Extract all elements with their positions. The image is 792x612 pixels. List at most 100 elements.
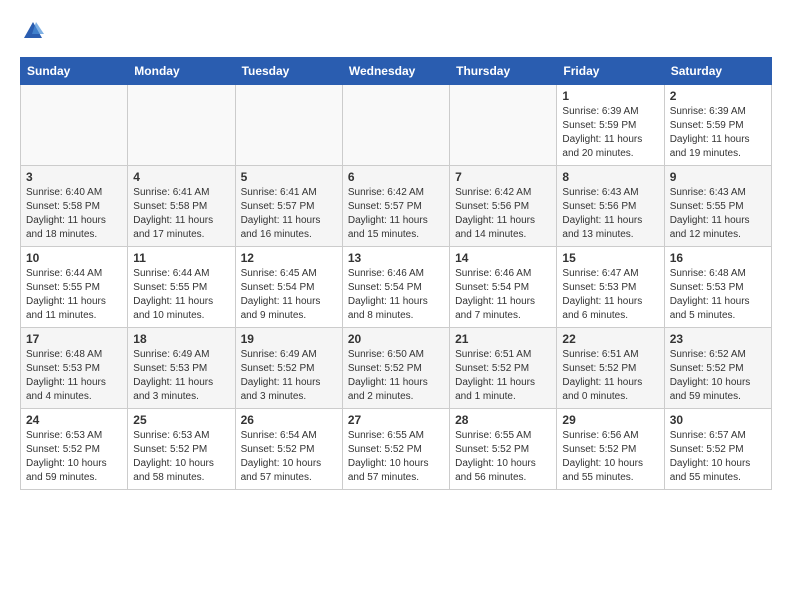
weekday-header-cell: Saturday (664, 57, 771, 84)
day-number: 18 (133, 332, 229, 346)
day-number: 5 (241, 170, 337, 184)
calendar-cell: 22 Sunrise: 6:51 AMSunset: 5:52 PMDayligh… (557, 327, 664, 408)
weekday-header-row: SundayMondayTuesdayWednesdayThursdayFrid… (21, 57, 772, 84)
weekday-header-cell: Thursday (450, 57, 557, 84)
calendar-cell: 20 Sunrise: 6:50 AMSunset: 5:52 PMDayligh… (342, 327, 449, 408)
day-info: Sunrise: 6:55 AMSunset: 5:52 PMDaylight:… (455, 429, 551, 485)
calendar-cell (128, 84, 235, 165)
weekday-header-cell: Sunday (21, 57, 128, 84)
day-info: Sunrise: 6:50 AMSunset: 5:52 PMDaylight:… (348, 348, 444, 404)
calendar-week-row: 3 Sunrise: 6:40 AMSunset: 5:58 PMDaylight… (21, 165, 772, 246)
calendar-cell: 27 Sunrise: 6:55 AMSunset: 5:52 PMDayligh… (342, 408, 449, 489)
logo-icon (22, 20, 44, 42)
logo (20, 20, 44, 47)
calendar-cell: 7 Sunrise: 6:42 AMSunset: 5:56 PMDaylight… (450, 165, 557, 246)
day-info: Sunrise: 6:43 AMSunset: 5:55 PMDaylight:… (670, 186, 766, 242)
calendar-week-row: 10 Sunrise: 6:44 AMSunset: 5:55 PMDayligh… (21, 246, 772, 327)
day-number: 16 (670, 251, 766, 265)
day-number: 29 (562, 413, 658, 427)
day-number: 17 (26, 332, 122, 346)
calendar-cell: 13 Sunrise: 6:46 AMSunset: 5:54 PMDayligh… (342, 246, 449, 327)
day-number: 12 (241, 251, 337, 265)
calendar-cell (450, 84, 557, 165)
day-number: 27 (348, 413, 444, 427)
calendar-cell: 19 Sunrise: 6:49 AMSunset: 5:52 PMDayligh… (235, 327, 342, 408)
calendar-cell: 11Sunrise: 6:44 AMSunset: 5:55 PMDayligh… (128, 246, 235, 327)
day-info: Sunrise: 6:55 AMSunset: 5:52 PMDaylight:… (348, 429, 444, 485)
day-number: 26 (241, 413, 337, 427)
day-number: 7 (455, 170, 551, 184)
day-info: Sunrise: 6:41 AMSunset: 5:57 PMDaylight:… (241, 186, 337, 242)
day-number: 14 (455, 251, 551, 265)
calendar-cell: 3 Sunrise: 6:40 AMSunset: 5:58 PMDaylight… (21, 165, 128, 246)
day-info: Sunrise: 6:53 AMSunset: 5:52 PMDaylight:… (26, 429, 122, 485)
day-info: Sunrise: 6:46 AMSunset: 5:54 PMDaylight:… (348, 267, 444, 323)
weekday-header-cell: Friday (557, 57, 664, 84)
day-info: Sunrise: 6:51 AMSunset: 5:52 PMDaylight:… (562, 348, 658, 404)
day-info: Sunrise: 6:49 AMSunset: 5:52 PMDaylight:… (241, 348, 337, 404)
calendar-cell: 26 Sunrise: 6:54 AMSunset: 5:52 PMDayligh… (235, 408, 342, 489)
day-info: Sunrise: 6:39 AMSunset: 5:59 PMDaylight:… (670, 105, 766, 161)
day-number: 30 (670, 413, 766, 427)
day-info: Sunrise: 6:47 AMSunset: 5:53 PMDaylight:… (562, 267, 658, 323)
calendar-cell: 6Sunrise: 6:42 AMSunset: 5:57 PMDaylight… (342, 165, 449, 246)
day-number: 23 (670, 332, 766, 346)
calendar-cell: 18 Sunrise: 6:49 AMSunset: 5:53 PMDayligh… (128, 327, 235, 408)
calendar-cell: 15 Sunrise: 6:47 AMSunset: 5:53 PMDayligh… (557, 246, 664, 327)
day-number: 28 (455, 413, 551, 427)
day-info: Sunrise: 6:53 AMSunset: 5:52 PMDaylight:… (133, 429, 229, 485)
day-number: 2 (670, 89, 766, 103)
day-number: 10 (26, 251, 122, 265)
day-info: Sunrise: 6:42 AMSunset: 5:57 PMDaylight:… (348, 186, 444, 242)
day-info: Sunrise: 6:40 AMSunset: 5:58 PMDaylight:… (26, 186, 122, 242)
day-info: Sunrise: 6:52 AMSunset: 5:52 PMDaylight:… (670, 348, 766, 404)
calendar-week-row: 17Sunrise: 6:48 AMSunset: 5:53 PMDayligh… (21, 327, 772, 408)
calendar-cell: 23 Sunrise: 6:52 AMSunset: 5:52 PMDayligh… (664, 327, 771, 408)
calendar-cell (342, 84, 449, 165)
day-info: Sunrise: 6:41 AMSunset: 5:58 PMDaylight:… (133, 186, 229, 242)
calendar-page: SundayMondayTuesdayWednesdayThursdayFrid… (0, 0, 792, 506)
calendar-cell: 12 Sunrise: 6:45 AMSunset: 5:54 PMDayligh… (235, 246, 342, 327)
calendar-cell: 1Sunrise: 6:39 AMSunset: 5:59 PMDaylight… (557, 84, 664, 165)
day-number: 1 (562, 89, 658, 103)
day-number: 8 (562, 170, 658, 184)
day-number: 22 (562, 332, 658, 346)
calendar-cell: 28 Sunrise: 6:55 AMSunset: 5:52 PMDayligh… (450, 408, 557, 489)
day-number: 19 (241, 332, 337, 346)
day-info: Sunrise: 6:54 AMSunset: 5:52 PMDaylight:… (241, 429, 337, 485)
weekday-header-cell: Wednesday (342, 57, 449, 84)
day-number: 24 (26, 413, 122, 427)
day-number: 21 (455, 332, 551, 346)
calendar-cell: 14 Sunrise: 6:46 AMSunset: 5:54 PMDayligh… (450, 246, 557, 327)
calendar-cell: 21 Sunrise: 6:51 AMSunset: 5:52 PMDayligh… (450, 327, 557, 408)
calendar-cell (21, 84, 128, 165)
day-number: 13 (348, 251, 444, 265)
calendar-cell: 24 Sunrise: 6:53 AMSunset: 5:52 PMDayligh… (21, 408, 128, 489)
weekday-header-cell: Tuesday (235, 57, 342, 84)
day-info: Sunrise: 6:49 AMSunset: 5:53 PMDaylight:… (133, 348, 229, 404)
calendar-cell: 17Sunrise: 6:48 AMSunset: 5:53 PMDayligh… (21, 327, 128, 408)
calendar-cell: 2 Sunrise: 6:39 AMSunset: 5:59 PMDaylight… (664, 84, 771, 165)
day-number: 15 (562, 251, 658, 265)
day-number: 3 (26, 170, 122, 184)
day-info: Sunrise: 6:51 AMSunset: 5:52 PMDaylight:… (455, 348, 551, 404)
calendar-week-row: 24 Sunrise: 6:53 AMSunset: 5:52 PMDayligh… (21, 408, 772, 489)
calendar-body: 1 Sunrise: 6:39 AMSunset: 5:59 PMDaylight… (21, 84, 772, 489)
day-number: 11 (133, 251, 229, 265)
weekday-header-cell: Monday (128, 57, 235, 84)
day-number: 9 (670, 170, 766, 184)
day-info: Sunrise: 6:42 AMSunset: 5:56 PMDaylight:… (455, 186, 551, 242)
day-info: Sunrise: 6:46 AMSunset: 5:54 PMDaylight:… (455, 267, 551, 323)
day-info: Sunrise: 6:44 AMSunset: 5:55 PMDaylight:… (26, 267, 122, 323)
calendar-cell: 16Sunrise: 6:48 AMSunset: 5:53 PMDayligh… (664, 246, 771, 327)
header (20, 16, 772, 47)
day-info: Sunrise: 6:56 AMSunset: 5:52 PMDaylight:… (562, 429, 658, 485)
calendar-cell: 25 Sunrise: 6:53 AMSunset: 5:52 PMDayligh… (128, 408, 235, 489)
day-info: Sunrise: 6:45 AMSunset: 5:54 PMDaylight:… (241, 267, 337, 323)
calendar-table: SundayMondayTuesdayWednesdayThursdayFrid… (20, 57, 772, 490)
day-number: 25 (133, 413, 229, 427)
calendar-cell: 10 Sunrise: 6:44 AMSunset: 5:55 PMDayligh… (21, 246, 128, 327)
calendar-cell: 4Sunrise: 6:41 AMSunset: 5:58 PMDaylight… (128, 165, 235, 246)
calendar-cell: 5 Sunrise: 6:41 AMSunset: 5:57 PMDaylight… (235, 165, 342, 246)
day-number: 20 (348, 332, 444, 346)
